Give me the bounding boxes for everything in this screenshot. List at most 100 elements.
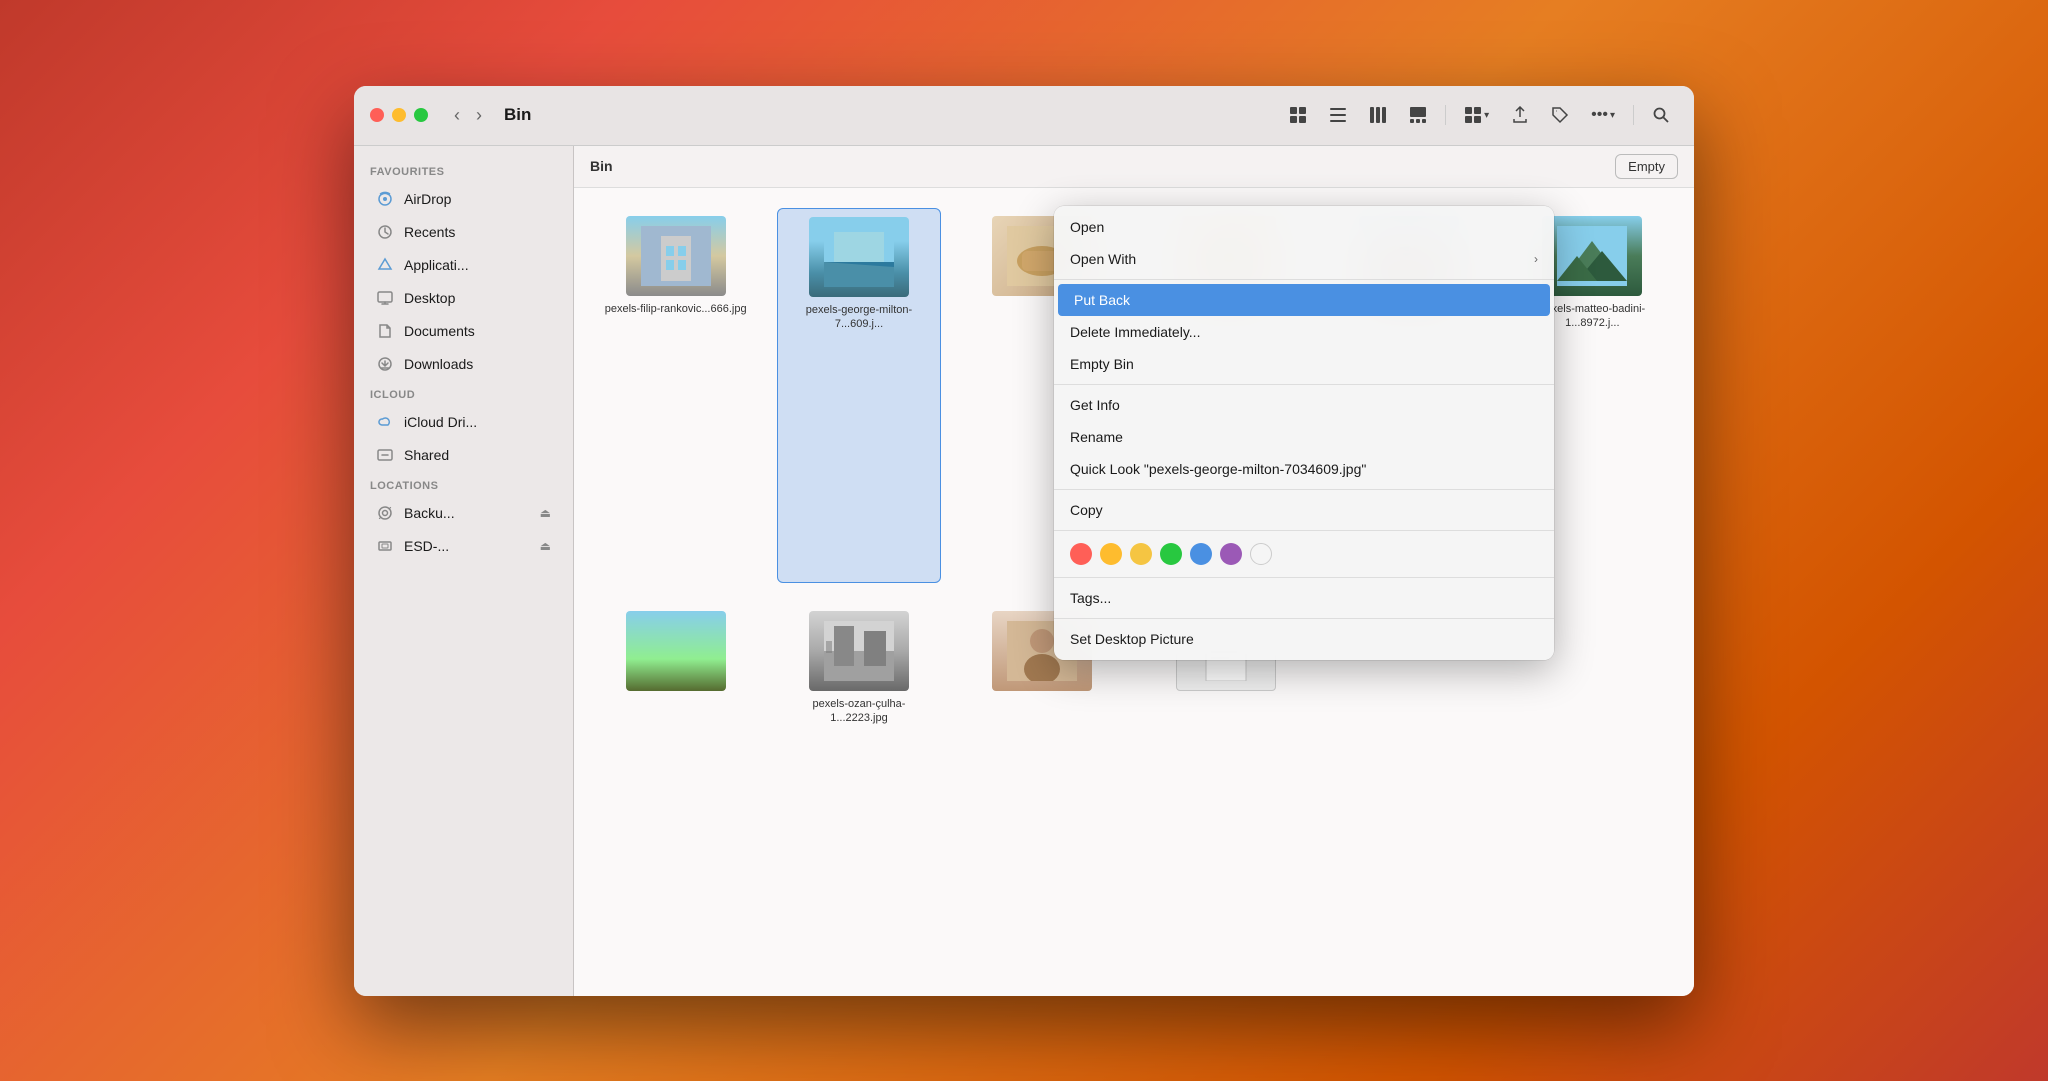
content-header: Bin Empty	[574, 146, 1694, 188]
airdrop-icon	[376, 190, 394, 208]
back-button[interactable]: ‹	[448, 101, 466, 130]
ctx-quick-look[interactable]: Quick Look "pexels-george-milton-7034609…	[1054, 453, 1554, 485]
color-tag-orange[interactable]	[1100, 543, 1122, 565]
group-button[interactable]: ▾	[1456, 100, 1497, 130]
file-name-8: pexels-ozan-çulha-1...2223.jpg	[785, 697, 932, 726]
desktop-icon	[376, 289, 394, 307]
ctx-copy[interactable]: Copy	[1054, 494, 1554, 526]
color-tag-red[interactable]	[1070, 543, 1092, 565]
ctx-set-desktop[interactable]: Set Desktop Picture	[1054, 623, 1554, 655]
ctx-tags[interactable]: Tags...	[1054, 582, 1554, 614]
search-icon	[1652, 106, 1670, 124]
sidebar-item-downloads[interactable]: Downloads	[360, 348, 567, 380]
file-item-7[interactable]	[594, 603, 757, 976]
sidebar-item-esd-label: ESD-...	[404, 538, 449, 554]
columns-icon	[1369, 106, 1387, 124]
ctx-open-with-label: Open With	[1070, 251, 1136, 267]
more-button[interactable]: ••• ▾	[1583, 100, 1623, 130]
ctx-copy-label: Copy	[1070, 502, 1103, 518]
sidebar-item-esd[interactable]: ESD-... ⏏	[360, 530, 567, 562]
applications-icon	[376, 256, 394, 274]
sidebar-item-applications[interactable]: Applicati...	[360, 249, 567, 281]
search-button[interactable]	[1644, 100, 1678, 130]
maximize-button[interactable]	[414, 108, 428, 122]
share-button[interactable]	[1503, 100, 1537, 130]
ctx-put-back-label: Put Back	[1074, 292, 1130, 308]
sidebar-item-shared-label: Shared	[404, 447, 449, 463]
file-item-8[interactable]: pexels-ozan-çulha-1...2223.jpg	[777, 603, 940, 976]
grid-icon	[1289, 106, 1307, 124]
esd-eject-icon[interactable]: ⏏	[540, 539, 551, 553]
view-gallery-button[interactable]	[1401, 100, 1435, 130]
sidebar: Favourites AirDrop	[354, 146, 574, 996]
esd-icon	[376, 537, 394, 555]
sidebar-item-icloud[interactable]: iCloud Dri...	[360, 406, 567, 438]
context-menu: Open Open With › Put Back Delete Immedia…	[1054, 206, 1554, 660]
sidebar-item-shared[interactable]: Shared	[360, 439, 567, 471]
view-list-button[interactable]	[1321, 100, 1355, 130]
color-tag-blue[interactable]	[1190, 543, 1212, 565]
view-columns-button[interactable]	[1361, 100, 1395, 130]
ctx-open-with[interactable]: Open With ›	[1054, 243, 1554, 275]
sidebar-item-airdrop[interactable]: AirDrop	[360, 183, 567, 215]
file-name-1: pexels-filip-rankovic...666.jpg	[605, 302, 747, 316]
ctx-set-desktop-label: Set Desktop Picture	[1070, 631, 1194, 647]
sidebar-item-documents-label: Documents	[404, 323, 475, 339]
title-bar: ‹ › Bin	[354, 86, 1694, 146]
color-tag-yellow[interactable]	[1130, 543, 1152, 565]
ctx-put-back[interactable]: Put Back	[1058, 284, 1550, 316]
view-grid-button[interactable]	[1281, 100, 1315, 130]
ctx-open-label: Open	[1070, 219, 1104, 235]
street-thumbnail	[824, 621, 894, 681]
icloud-icon	[376, 413, 394, 431]
ctx-delete-immediately-label: Delete Immediately...	[1070, 324, 1200, 340]
empty-bin-button[interactable]: Empty	[1615, 154, 1678, 179]
building-thumbnail	[641, 226, 711, 286]
sidebar-item-recents[interactable]: Recents	[360, 216, 567, 248]
color-tag-none[interactable]	[1250, 543, 1272, 565]
ctx-rename-label: Rename	[1070, 429, 1123, 445]
share-icon	[1511, 106, 1529, 124]
toolbar-separator-2	[1633, 105, 1634, 125]
backup-icon	[376, 504, 394, 522]
ctx-separator-3	[1054, 489, 1554, 490]
tag-button[interactable]	[1543, 100, 1577, 130]
ctx-separator-1	[1054, 279, 1554, 280]
more-chevron: ▾	[1610, 110, 1615, 121]
ctx-separator-5	[1054, 577, 1554, 578]
file-item-1[interactable]: pexels-filip-rankovic...666.jpg	[594, 208, 757, 583]
color-tag-green[interactable]	[1160, 543, 1182, 565]
ctx-empty-bin[interactable]: Empty Bin	[1054, 348, 1554, 380]
file-thumb-8	[809, 611, 909, 691]
file-item-2[interactable]: pexels-george-milton-7...609.j...	[777, 208, 940, 583]
ctx-delete-immediately[interactable]: Delete Immediately...	[1054, 316, 1554, 348]
minimize-button[interactable]	[392, 108, 406, 122]
recents-icon	[376, 223, 394, 241]
ctx-color-tags	[1054, 535, 1554, 573]
sidebar-item-backup[interactable]: Backu... ⏏	[360, 497, 567, 529]
mountain-thumbnail	[1557, 226, 1627, 286]
sidebar-item-documents[interactable]: Documents	[360, 315, 567, 347]
window-title: Bin	[504, 105, 531, 125]
ctx-get-info[interactable]: Get Info	[1054, 389, 1554, 421]
eject-icon[interactable]: ⏏	[540, 506, 551, 520]
ctx-tags-label: Tags...	[1070, 590, 1111, 606]
sidebar-item-applications-label: Applicati...	[404, 257, 469, 273]
shared-icon	[376, 446, 394, 464]
sidebar-item-desktop[interactable]: Desktop	[360, 282, 567, 314]
forward-button[interactable]: ›	[470, 101, 488, 130]
ctx-separator-6	[1054, 618, 1554, 619]
documents-icon	[376, 322, 394, 340]
ctx-empty-bin-label: Empty Bin	[1070, 356, 1134, 372]
sidebar-item-icloud-label: iCloud Dri...	[404, 414, 477, 430]
ctx-rename[interactable]: Rename	[1054, 421, 1554, 453]
color-tag-purple[interactable]	[1220, 543, 1242, 565]
tag-icon	[1551, 106, 1569, 124]
ctx-quick-look-label: Quick Look "pexels-george-milton-7034609…	[1070, 461, 1366, 477]
content-area: Bin Empty p	[574, 146, 1694, 996]
downloads-icon	[376, 355, 394, 373]
gallery-icon	[1409, 106, 1427, 124]
ctx-open[interactable]: Open	[1054, 211, 1554, 243]
close-button[interactable]	[370, 108, 384, 122]
coastal-thumbnail	[824, 227, 894, 287]
